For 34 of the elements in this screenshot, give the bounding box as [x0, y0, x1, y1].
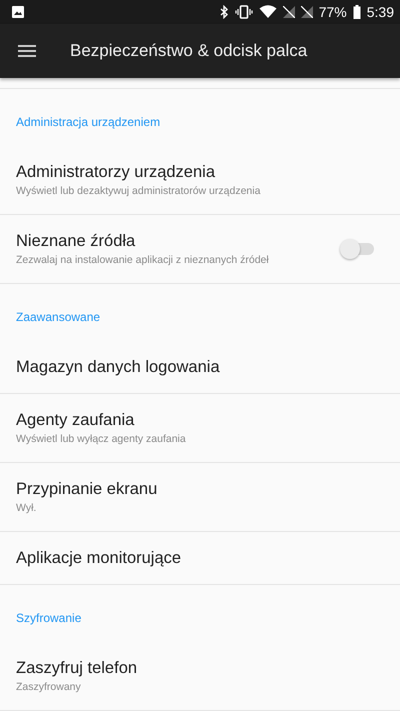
- clock-time: 5:39: [366, 4, 394, 20]
- item-summary: Wyświetl lub wyłącz agenty zaufania: [16, 433, 187, 445]
- screen-title: Bezpieczeństwo & odcisk palca: [70, 41, 308, 61]
- settings-item[interactable]: Przypinanie ekranu Wył.: [0, 463, 400, 532]
- settings-item[interactable]: Administratorzy urządzenia Wyświetl lub dezaktywuj administratorów urządzenia: [0, 146, 400, 215]
- item-title: Nieznane źródła: [16, 232, 136, 251]
- settings-item[interactable]: Aplikacje monitorujące: [0, 532, 400, 585]
- item-title: Przypinanie ekranu: [16, 480, 158, 499]
- item-title: Aplikacje monitorujące: [16, 548, 182, 568]
- battery-icon: [352, 5, 361, 19]
- battery-percent: 77%: [318, 4, 347, 20]
- section-header: Zaawansowane: [15, 309, 102, 326]
- toggle-switch[interactable]: [340, 239, 374, 259]
- item-title: Magazyn danych logowania: [16, 358, 221, 376]
- settings-item[interactable]: Agenty zaufania Wyświetl lub wyłącz agenty zaufania: [0, 394, 400, 463]
- settings-item[interactable]: Magazyn danych logowania: [0, 341, 400, 394]
- menu-icon[interactable]: [18, 45, 36, 57]
- section-header: Administracja urządzeniem: [15, 114, 162, 131]
- settings-item[interactable]: Zaszyfruj telefon Zaszyfrowany: [0, 642, 400, 711]
- settings-item[interactable]: Nieznane źródła Zezwalaj na instalowanie aplikacji z nieznanych źródeł: [0, 215, 400, 284]
- section-header: Szyfrowanie: [15, 610, 82, 627]
- item-title: Zaszyfruj telefon: [16, 659, 138, 678]
- item-summary: Wyświetl lub dezaktywuj administratorów urządzenia: [16, 185, 262, 197]
- no-signal-icon: [282, 6, 295, 18]
- item-summary: Wył.: [16, 502, 38, 514]
- item-summary: Zezwalaj na instalowanie aplikacji z nieznanych źródeł: [16, 254, 270, 266]
- vibrate-icon: [234, 5, 253, 19]
- bluetooth-icon: [218, 5, 229, 19]
- item-summary: Zaszyfrowany: [16, 681, 82, 693]
- item-title: Administratorzy urządzenia: [16, 163, 216, 182]
- image-icon: [11, 5, 25, 19]
- wifi-icon: [258, 5, 277, 19]
- no-signal-icon: [300, 6, 313, 18]
- item-title: Agenty zaufania: [16, 411, 136, 430]
